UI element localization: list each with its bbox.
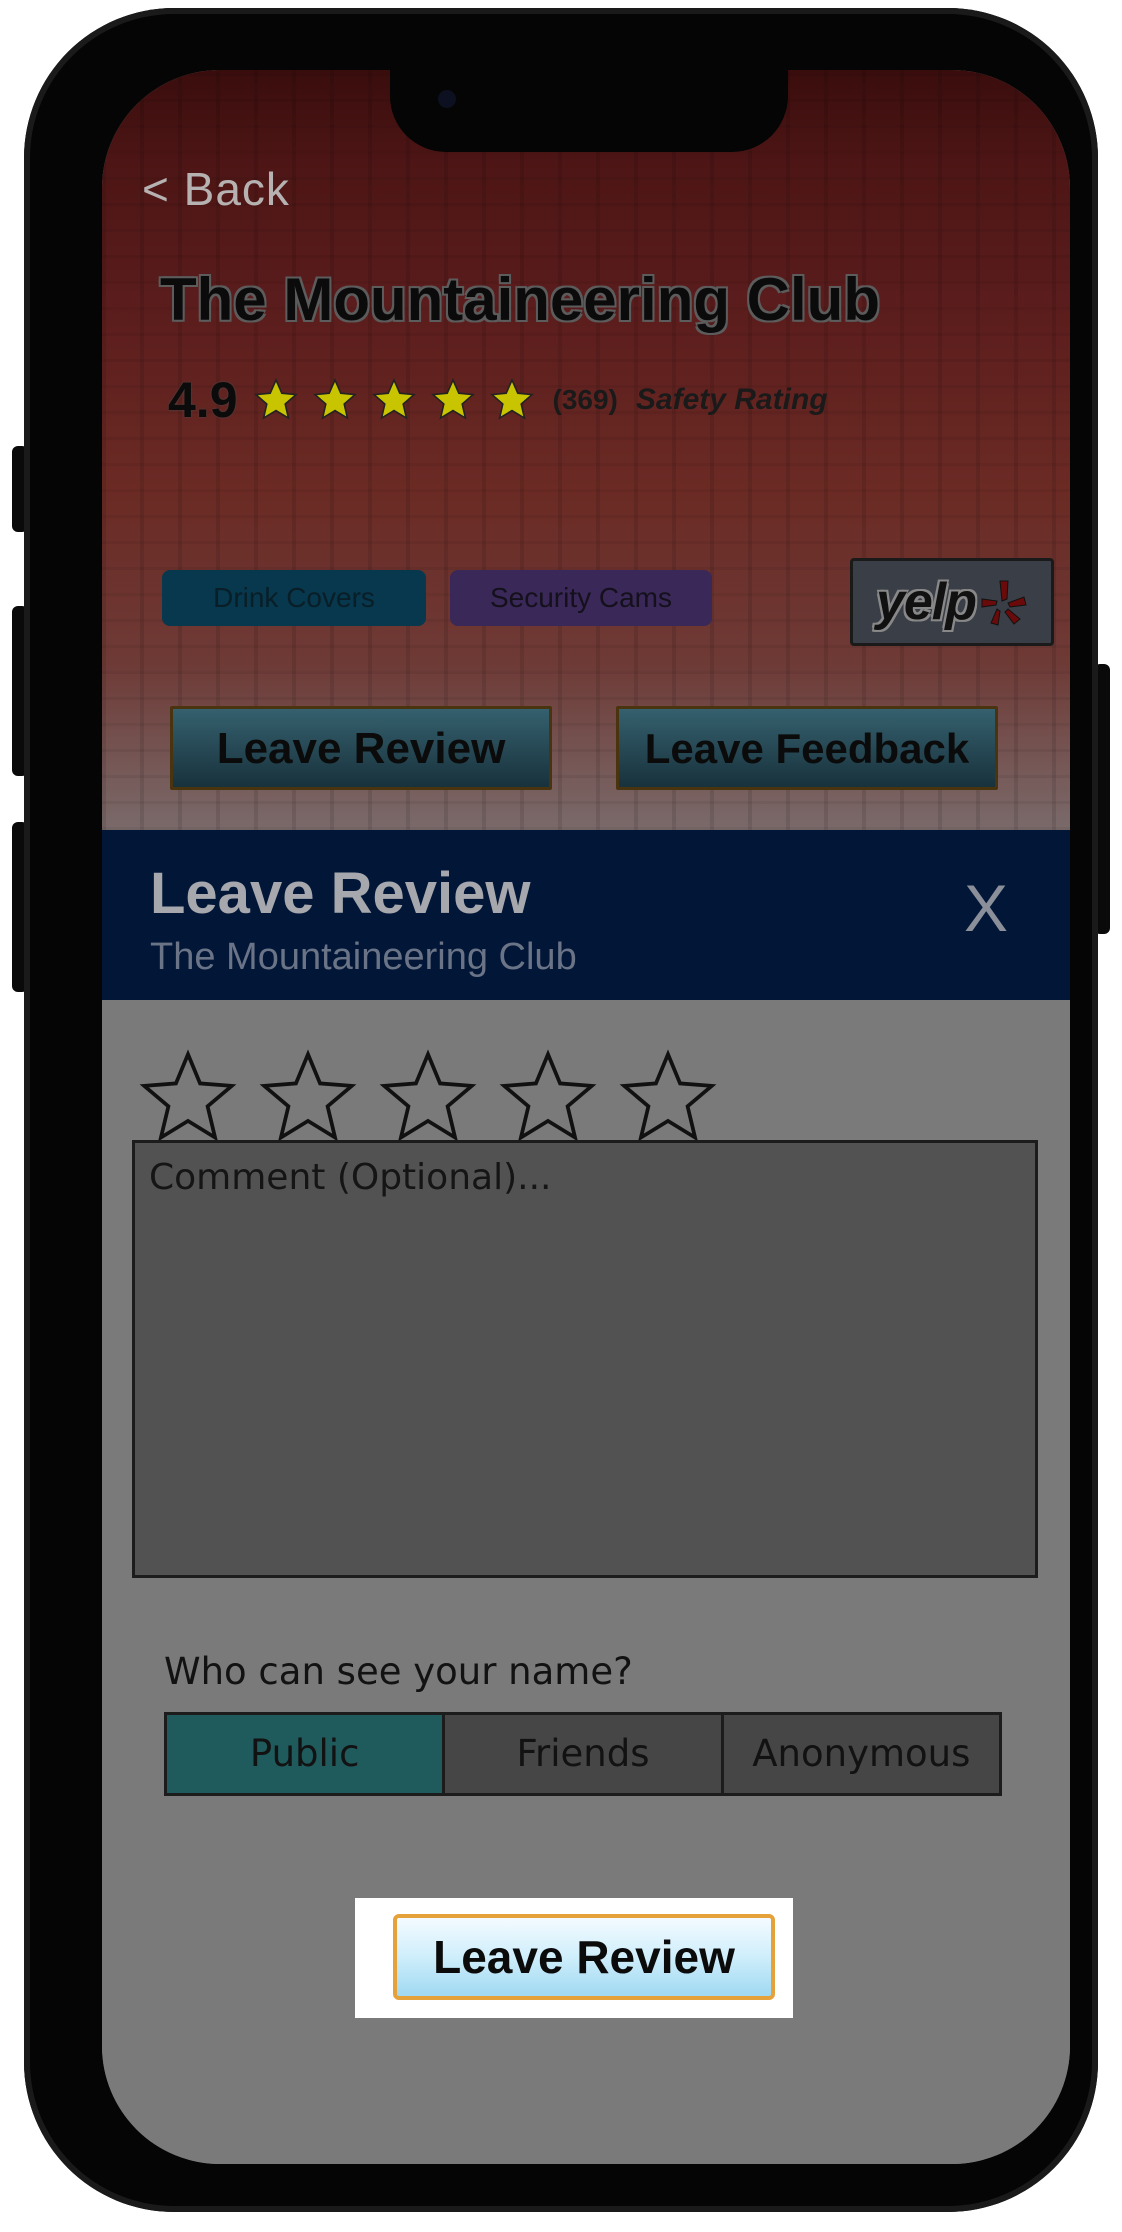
phone-notch (390, 70, 788, 152)
modal-header: Leave Review The Mountaineering Club X (102, 830, 1070, 1000)
star-rating-input (138, 1048, 738, 1148)
submit-highlight: Leave Review (355, 1898, 793, 2018)
review-form: Who can see your name? Public Friends An… (102, 1000, 1070, 2164)
camera-icon (438, 90, 456, 108)
yelp-burst-icon (981, 580, 1027, 626)
venue-title: The Mountaineering Club (160, 266, 880, 333)
comment-input[interactable] (132, 1140, 1038, 1578)
modal-title: Leave Review (150, 861, 531, 926)
leave-review-header-button[interactable]: Leave Review (170, 706, 552, 790)
back-button[interactable]: < Back (142, 162, 290, 216)
visibility-option-anonymous[interactable]: Anonymous (720, 1715, 999, 1793)
submit-review-button[interactable]: Leave Review (393, 1914, 775, 2000)
visibility-question: Who can see your name? (164, 1650, 633, 1693)
rating-star-icon (371, 378, 416, 420)
venue-header: < Back The Mountaineering Club 4.9 (369)… (102, 70, 1070, 830)
tag-security-cams: Security Cams (450, 570, 712, 626)
star-outline-icon-3[interactable] (378, 1048, 478, 1148)
yelp-logo: yelp (875, 573, 977, 631)
leave-feedback-button[interactable]: Leave Feedback (616, 706, 998, 790)
phone-frame: < Back The Mountaineering Club 4.9 (369)… (24, 8, 1098, 2212)
rating-star-icon (430, 378, 475, 420)
visibility-option-friends[interactable]: Friends (442, 1715, 721, 1793)
phone-screen: < Back The Mountaineering Club 4.9 (369)… (102, 70, 1070, 2164)
rating-row: 4.9 (369) Safety Rating (168, 370, 828, 430)
star-outline-icon-4[interactable] (498, 1048, 598, 1148)
star-outline-icon-1[interactable] (138, 1048, 238, 1148)
rating-count: (369) (552, 384, 618, 415)
visibility-selector: Public Friends Anonymous (164, 1712, 1002, 1796)
yelp-button[interactable]: yelp (850, 558, 1054, 646)
star-outline-icon-5[interactable] (618, 1048, 718, 1148)
rating-star-icon (489, 378, 534, 420)
rating-label: Safety Rating (635, 383, 828, 416)
modal-subtitle: The Mountaineering Club (150, 936, 577, 978)
rating-star-icon (312, 378, 357, 420)
close-button[interactable]: X (964, 870, 1008, 946)
rating-star-icon (253, 378, 298, 420)
tag-drink-covers: Drink Covers (162, 570, 426, 626)
visibility-option-public[interactable]: Public (167, 1715, 443, 1793)
star-outline-icon-2[interactable] (258, 1048, 358, 1148)
rating-value: 4.9 (168, 372, 238, 428)
